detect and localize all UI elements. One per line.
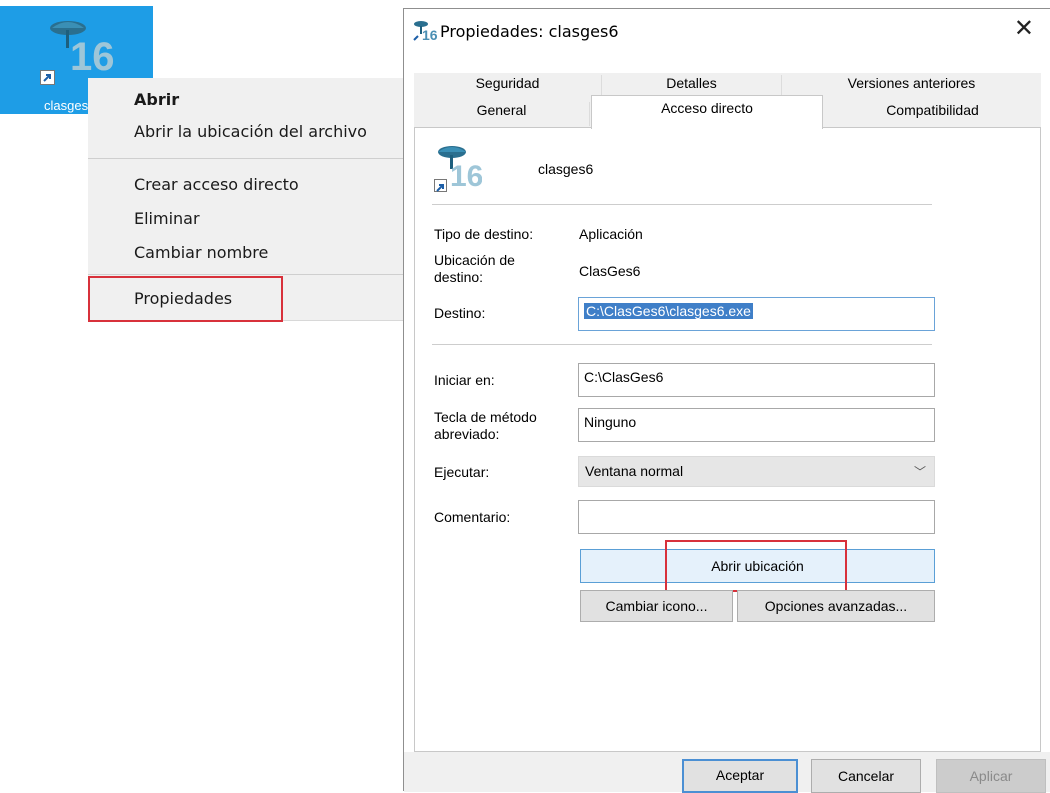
app-name: clasges6 <box>538 161 594 177</box>
menu-item-open-location[interactable]: Abrir la ubicación del archivo <box>134 122 367 141</box>
tab-acceso-directo[interactable]: Acceso directo <box>591 95 823 129</box>
svg-text:16: 16 <box>422 27 437 42</box>
target-input-value: C:\ClasGes6\clasges6.exe <box>584 303 753 319</box>
separator <box>432 204 932 205</box>
comment-label: Comentario: <box>434 509 511 525</box>
desktop-icon-label: clasges6 <box>44 98 89 113</box>
close-icon[interactable]: ✕ <box>1014 17 1034 41</box>
menu-separator <box>88 274 408 275</box>
target-type-label: Tipo de destino: <box>434 226 534 242</box>
menu-item-delete[interactable]: Eliminar <box>134 209 200 228</box>
start-in-input[interactable]: C:\ClasGes6 <box>578 363 935 397</box>
target-type-value: Aplicación <box>579 226 643 242</box>
shortcut-arrow-icon <box>40 70 55 85</box>
apply-button: Aplicar <box>936 759 1046 793</box>
comment-input[interactable] <box>578 500 935 534</box>
run-select[interactable]: Ventana normal ﹀ <box>578 456 935 487</box>
svg-text:16: 16 <box>450 160 482 190</box>
tab-general[interactable]: General <box>414 102 590 126</box>
highlight-properties-box <box>88 276 283 322</box>
target-input[interactable]: C:\ClasGes6\clasges6.exe <box>578 297 935 331</box>
run-select-value: Ventana normal <box>585 463 684 479</box>
target-label: Destino: <box>434 305 486 321</box>
menu-item-create-shortcut[interactable]: Crear acceso directo <box>134 175 299 194</box>
chevron-down-icon: ﹀ <box>913 465 926 479</box>
advanced-options-button[interactable]: Opciones avanzadas... <box>737 590 935 622</box>
menu-item-abrir[interactable]: Abrir <box>134 90 179 109</box>
banker-lamp-16-icon: 16 <box>413 21 437 42</box>
tab-seguridad[interactable]: Seguridad <box>414 75 602 99</box>
shortcut-arrow-icon <box>434 179 447 192</box>
shortcut-key-input[interactable]: Ninguno <box>578 408 935 442</box>
title-bar[interactable]: 16 Propiedades: clasges6 ✕ <box>404 9 1050 53</box>
target-location-label: Ubicación de destino: <box>434 252 515 285</box>
start-in-label: Iniciar en: <box>434 372 495 388</box>
cancel-button[interactable]: Cancelar <box>811 759 921 793</box>
ok-button[interactable]: Aceptar <box>682 759 798 793</box>
highlight-open-location-box <box>665 540 847 592</box>
tab-compatibilidad[interactable]: Compatibilidad <box>824 102 1041 126</box>
menu-separator <box>88 158 408 159</box>
run-label: Ejecutar: <box>434 464 490 480</box>
change-icon-button[interactable]: Cambiar icono... <box>580 590 733 622</box>
separator <box>432 344 932 345</box>
svg-text:16: 16 <box>70 35 114 79</box>
target-location-value: ClasGes6 <box>579 263 641 279</box>
menu-item-rename[interactable]: Cambiar nombre <box>134 243 268 262</box>
shortcut-key-label: Tecla de método abreviado: <box>434 409 537 442</box>
properties-dialog: 16 Propiedades: clasges6 ✕ Seguridad Det… <box>403 8 1050 793</box>
dialog-title: Propiedades: clasges6 <box>440 22 619 41</box>
